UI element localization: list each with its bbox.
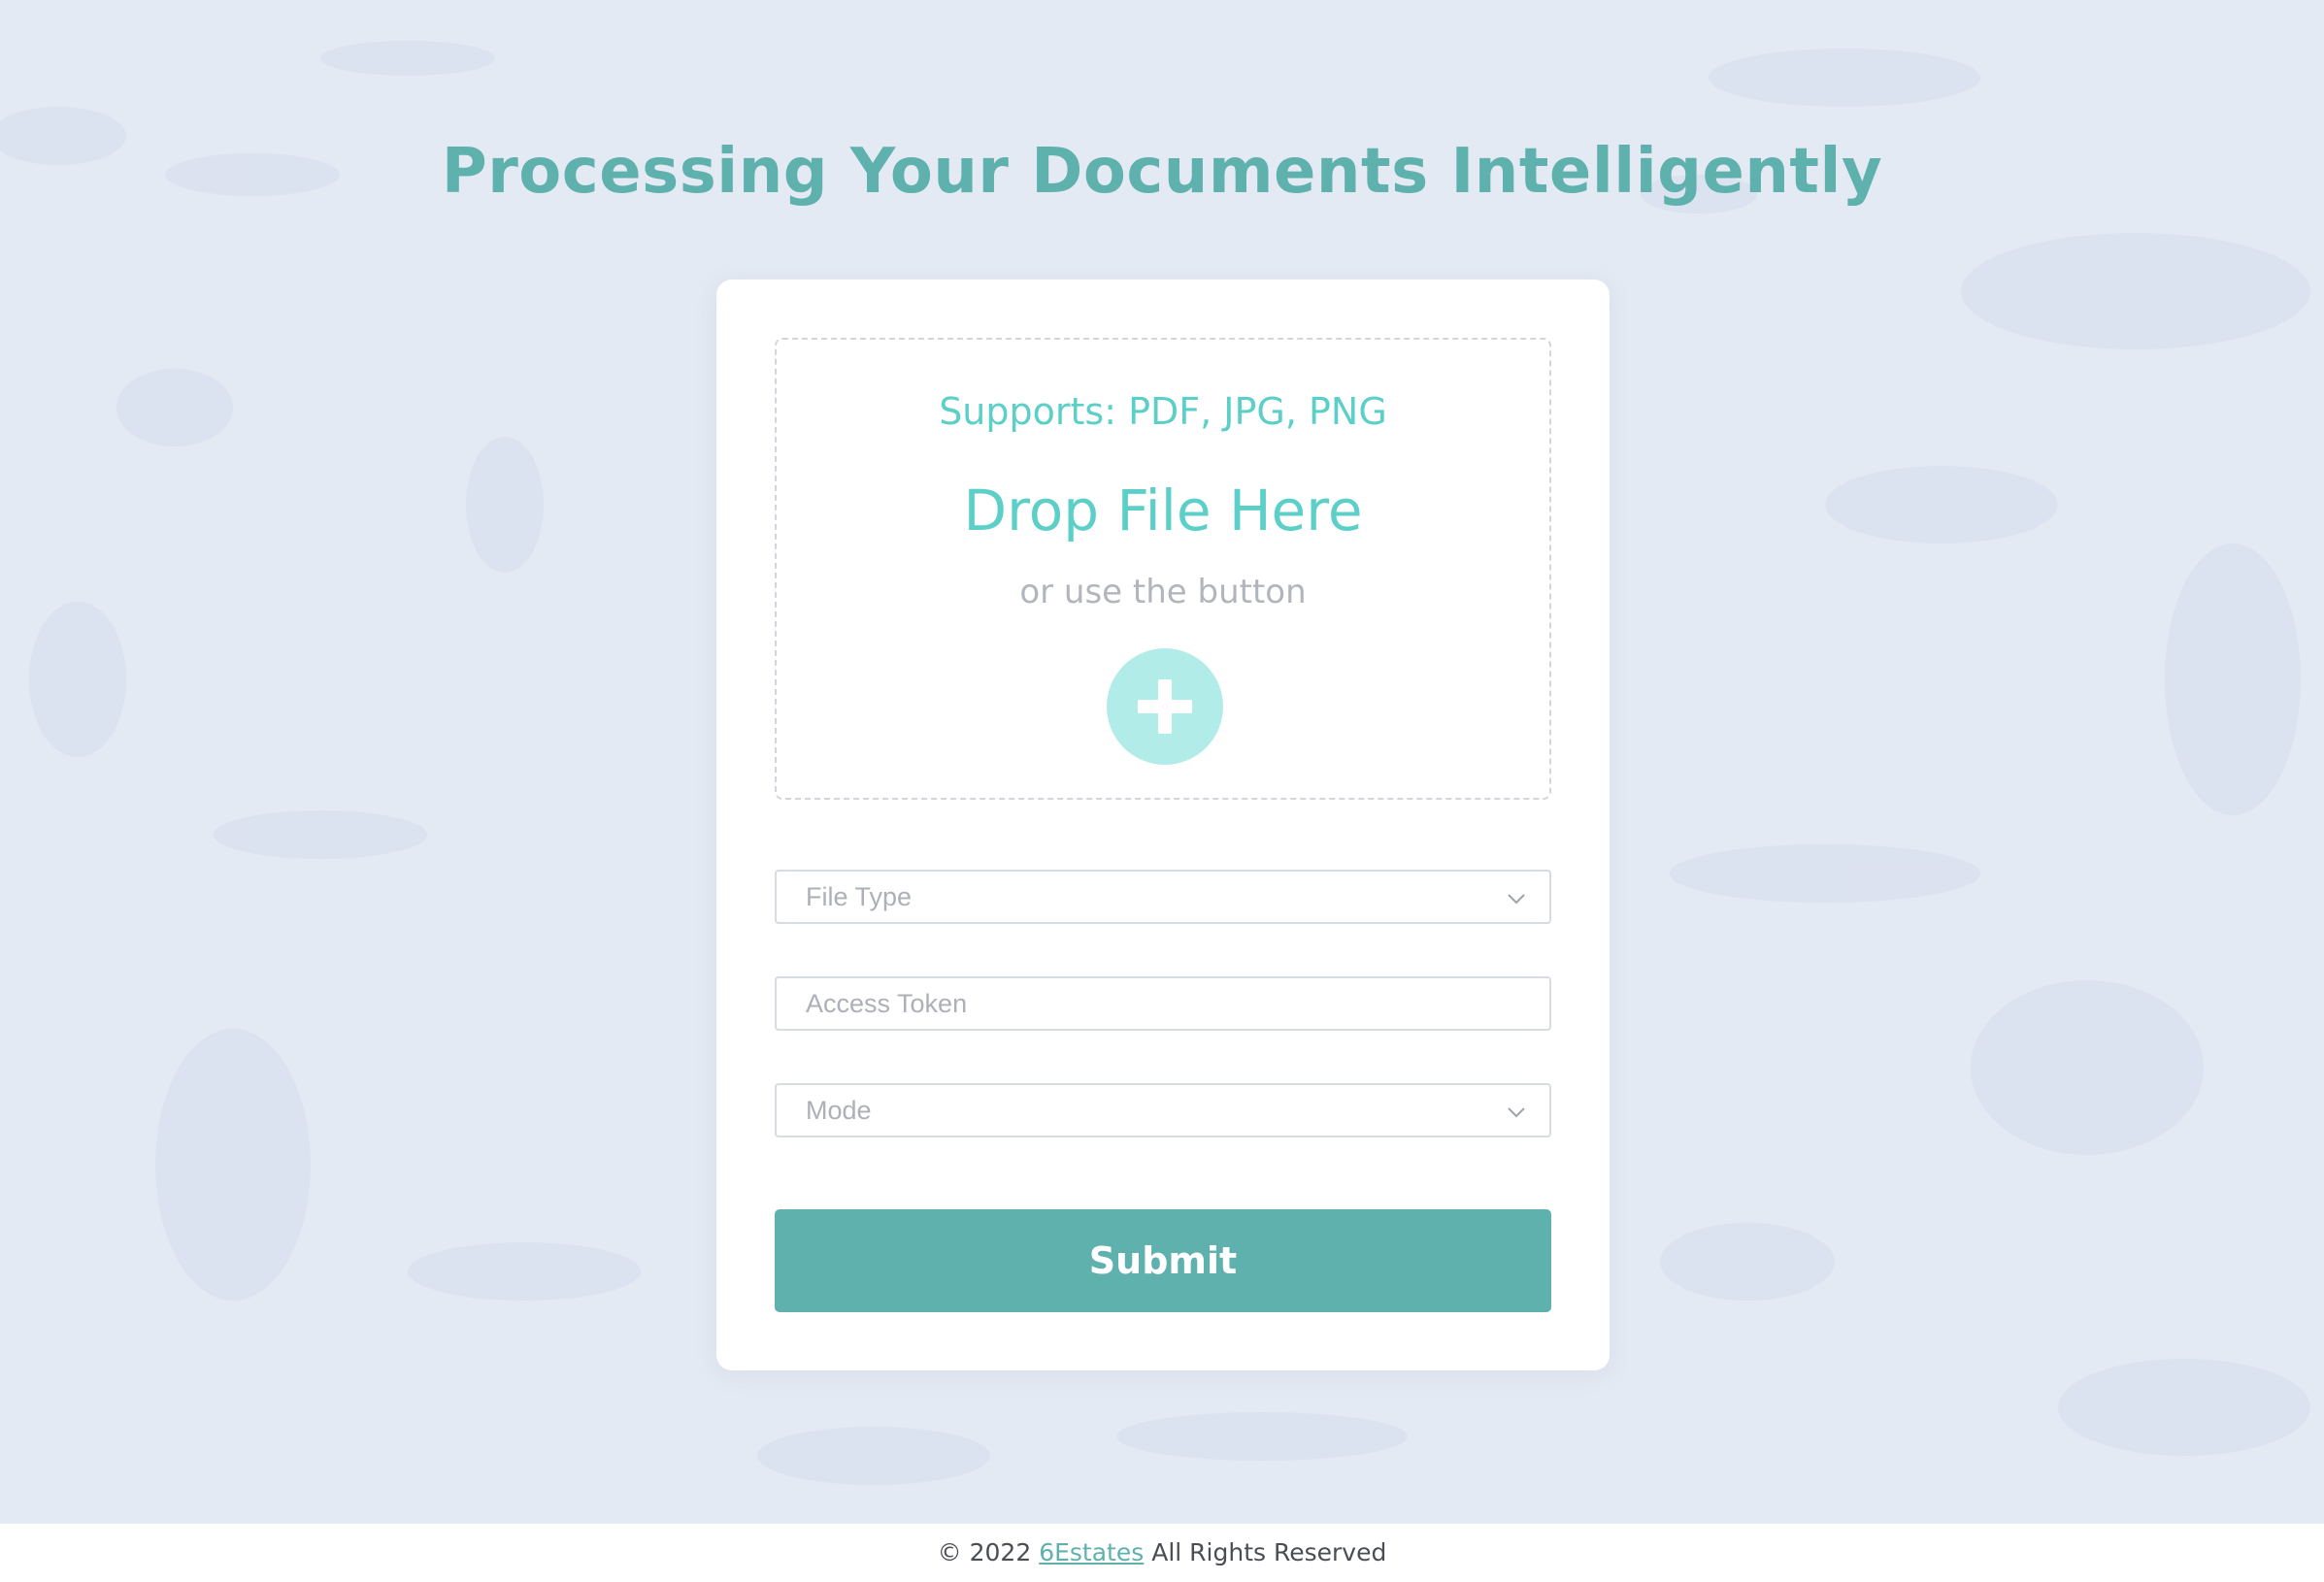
- mode-select[interactable]: Mode: [775, 1083, 1551, 1137]
- upload-card: Supports: PDF, JPG, PNG Drop File Here o…: [716, 280, 1610, 1370]
- footer-rights: All Rights Reserved: [1151, 1538, 1387, 1566]
- drop-file-title: Drop File Here: [963, 478, 1363, 544]
- footer-company-link[interactable]: 6Estates: [1039, 1538, 1144, 1566]
- mode-placeholder: Mode: [806, 1096, 872, 1125]
- access-token-input[interactable]: Access Token: [775, 976, 1551, 1031]
- drop-file-subtitle: or use the button: [1019, 573, 1307, 611]
- submit-button[interactable]: Submit: [775, 1209, 1551, 1312]
- access-token-placeholder: Access Token: [806, 989, 968, 1018]
- file-type-placeholder: File Type: [806, 882, 913, 911]
- page-title: Processing Your Documents Intelligently: [441, 136, 1883, 208]
- file-type-select[interactable]: File Type: [775, 870, 1551, 924]
- footer-copyright: © 2022: [937, 1538, 1032, 1566]
- footer: © 2022 6Estates All Rights Reserved: [0, 1524, 2324, 1582]
- chevron-down-icon: [1508, 894, 1525, 905]
- supported-formats-text: Supports: PDF, JPG, PNG: [939, 390, 1387, 433]
- chevron-down-icon: [1508, 1107, 1525, 1118]
- add-file-button[interactable]: [1107, 648, 1223, 765]
- plus-icon: [1138, 679, 1192, 734]
- file-dropzone[interactable]: Supports: PDF, JPG, PNG Drop File Here o…: [775, 338, 1551, 800]
